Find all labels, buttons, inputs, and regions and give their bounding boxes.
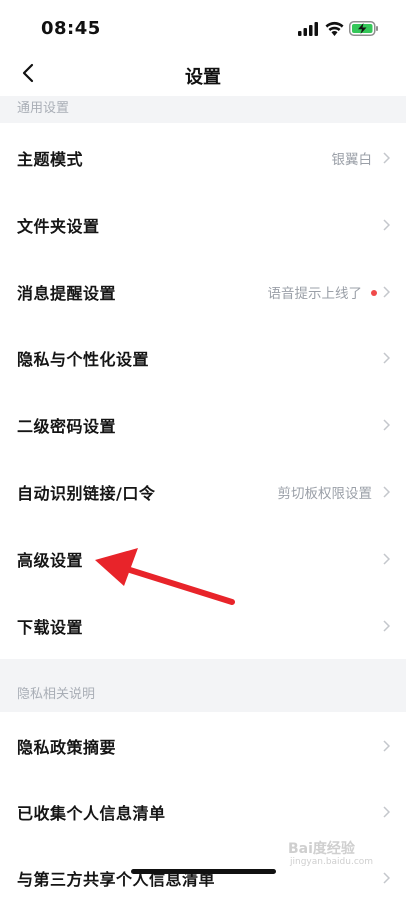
row-label: 消息提醒设置 (17, 284, 117, 303)
section-header-general: 通用设置 (0, 96, 406, 123)
chevron-right-icon (383, 219, 390, 231)
status-bar: 08:45 (0, 0, 406, 54)
row-label: 二级密码设置 (17, 417, 117, 436)
row-label: 自动识别链接/口令 (17, 484, 156, 503)
row-folder-settings[interactable]: 文件夹设置 (0, 192, 406, 258)
cellular-signal-icon (298, 22, 318, 36)
chevron-right-icon (383, 553, 390, 565)
status-time: 08:45 (41, 18, 101, 39)
row-message-reminder[interactable]: 消息提醒设置 语音提示上线了 (0, 259, 406, 325)
watermark: Bai度经验 jingyan.baidu.com (288, 838, 388, 872)
row-label: 隐私政策摘要 (17, 738, 117, 757)
chevron-right-icon (383, 872, 390, 884)
chevron-right-icon (383, 620, 390, 632)
section-header-privacy: 隐私相关说明 (0, 659, 406, 712)
row-label: 文件夹设置 (17, 217, 100, 236)
chevron-right-icon (383, 740, 390, 752)
row-theme-mode[interactable]: 主题模式 银翼白 (0, 125, 406, 191)
row-label: 高级设置 (17, 551, 84, 570)
row-privacy-policy-summary[interactable]: 隐私政策摘要 (0, 713, 406, 779)
wifi-icon (325, 21, 344, 36)
row-collected-info-list[interactable]: 已收集个人信息清单 (0, 779, 406, 845)
row-secondary-password[interactable]: 二级密码设置 (0, 392, 406, 458)
notification-dot (371, 290, 377, 296)
battery-charging-icon (349, 21, 378, 36)
row-label: 已收集个人信息清单 (17, 804, 166, 823)
chevron-right-icon (383, 806, 390, 818)
watermark-url: jingyan.baidu.com (290, 857, 374, 867)
chevron-right-icon (383, 419, 390, 431)
page-title: 设置 (185, 67, 221, 88)
row-value: 剪切板权限设置 (277, 486, 373, 502)
row-label: 下载设置 (17, 618, 84, 637)
chevron-right-icon (383, 352, 390, 364)
row-value: 银翼白 (331, 152, 373, 168)
chevron-right-icon (383, 286, 390, 298)
chevron-right-icon (383, 152, 390, 164)
row-value: 语音提示上线了 (267, 286, 363, 302)
row-auto-detect-link[interactable]: 自动识别链接/口令 剪切板权限设置 (0, 459, 406, 525)
annotation-arrow-icon (95, 548, 235, 605)
nav-bar: 设置 (0, 54, 406, 96)
row-label: 主题模式 (17, 150, 84, 169)
watermark-brand: Bai度经验 (288, 841, 355, 857)
row-privacy-personalization[interactable]: 隐私与个性化设置 (0, 325, 406, 391)
home-indicator[interactable] (131, 869, 276, 874)
chevron-right-icon (383, 486, 390, 498)
row-label: 隐私与个性化设置 (17, 350, 150, 369)
